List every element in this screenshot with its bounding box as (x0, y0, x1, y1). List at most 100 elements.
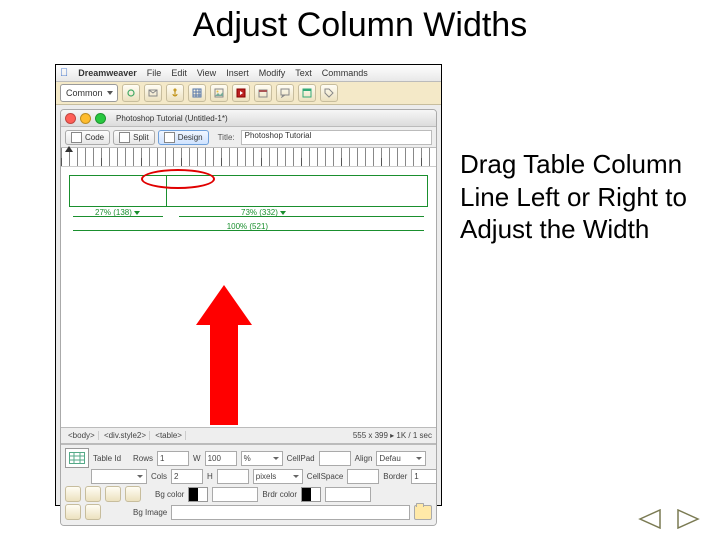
comment-icon[interactable] (276, 84, 294, 102)
align-label: Align (355, 454, 373, 463)
template-icon[interactable] (298, 84, 316, 102)
apple-menu-icon[interactable]:  (60, 67, 68, 79)
col2-width-indicator[interactable]: 73% (332) (241, 208, 286, 217)
status-metrics: 555 x 399 ▸ 1K / 1 sec (353, 431, 432, 440)
ruler-marker[interactable] (65, 146, 73, 152)
prev-slide-button[interactable] (636, 508, 664, 530)
annotation-circle (141, 169, 215, 189)
design-canvas[interactable]: 27% (138) 73% (332) 100% (521) (61, 167, 436, 427)
doc-title-label: Title: (218, 133, 235, 142)
bgcolor-input[interactable] (212, 487, 258, 502)
tab-design[interactable]: Design (158, 130, 209, 145)
tag-table[interactable]: <table> (152, 431, 186, 440)
properties-panel: Table Id Rows 1 W 100 % CellPad Align De… (61, 444, 436, 525)
layout-icon-2[interactable] (85, 504, 101, 520)
tab-design-label: Design (178, 133, 203, 142)
hyperlink-icon[interactable] (122, 84, 140, 102)
menu-insert[interactable]: Insert (226, 68, 249, 78)
tag-icon[interactable] (320, 84, 338, 102)
download-size: 1K / 1 sec (396, 431, 432, 440)
w-label: W (193, 454, 201, 463)
tag-div[interactable]: <div.style2> (101, 431, 150, 440)
insert-category-label: Common (66, 88, 103, 98)
slide-nav (636, 508, 702, 530)
border-input[interactable]: 1 (411, 469, 437, 484)
document-title: Photoshop Tutorial (Untitled-1*) (116, 114, 228, 123)
brdrcolor-picker[interactable] (301, 487, 321, 502)
w-input[interactable]: 100 (205, 451, 237, 466)
table-id-select[interactable] (91, 469, 147, 484)
align-select[interactable]: Defau (376, 451, 426, 466)
next-slide-button[interactable] (674, 508, 702, 530)
document-window: Photoshop Tutorial (Untitled-1*) Code Sp… (60, 109, 437, 526)
h-unit-select[interactable]: pixels (253, 469, 303, 484)
layout-icon-1[interactable] (65, 504, 81, 520)
tag-selector[interactable]: <body> <div.style2> <table> (65, 431, 186, 440)
media-icon[interactable] (232, 84, 250, 102)
cellspace-input[interactable] (347, 469, 379, 484)
email-icon[interactable] (144, 84, 162, 102)
cols-input[interactable]: 2 (171, 469, 203, 484)
clear-heights-icon[interactable] (65, 486, 81, 502)
menu-text[interactable]: Text (295, 68, 312, 78)
w-unit-select[interactable]: % (241, 451, 283, 466)
rows-label: Rows (133, 454, 153, 463)
menu-file[interactable]: File (147, 68, 162, 78)
bgimage-label: Bg Image (133, 508, 167, 517)
h-label: H (207, 472, 213, 481)
design-icon (164, 132, 175, 143)
tab-split[interactable]: Split (113, 130, 155, 145)
status-bar: <body> <div.style2> <table> 555 x 399 ▸ … (61, 427, 436, 444)
cellpad-input[interactable] (319, 451, 351, 466)
cellspace-label: CellSpace (307, 472, 343, 481)
props-section-label: Table Id (93, 454, 121, 463)
table-icon (65, 448, 89, 468)
app-name[interactable]: Dreamweaver (78, 68, 137, 78)
close-icon[interactable] (65, 113, 76, 124)
cols-label: Cols (151, 472, 167, 481)
instruction-caption: Drag Table Column Line Left or Right to … (460, 148, 690, 246)
tab-split-label: Split (133, 133, 149, 142)
table-element[interactable] (69, 175, 428, 207)
clear-widths-icon[interactable] (85, 486, 101, 502)
menu-view[interactable]: View (197, 68, 216, 78)
table-width-indicator[interactable]: 100% (521) (61, 222, 436, 231)
convert-pct-icon[interactable] (125, 486, 141, 502)
brdrcolor-label: Brdr color (262, 490, 297, 499)
insert-toolbar: Common (56, 82, 441, 105)
menu-edit[interactable]: Edit (171, 68, 187, 78)
col1-width-indicator[interactable]: 27% (138) (95, 208, 140, 217)
bgcolor-picker[interactable] (188, 487, 208, 502)
convert-px-icon[interactable] (105, 486, 121, 502)
date-icon[interactable] (254, 84, 272, 102)
mac-menubar:  Dreamweaver File Edit View Insert Modi… (56, 65, 441, 82)
split-icon (119, 132, 130, 143)
table-icon[interactable] (188, 84, 206, 102)
browse-icon[interactable] (414, 505, 432, 520)
cellpad-label: CellPad (287, 454, 315, 463)
code-icon (71, 132, 82, 143)
border-label: Border (383, 472, 407, 481)
brdrcolor-input[interactable] (325, 487, 371, 502)
horizontal-ruler (61, 148, 436, 167)
tab-code[interactable]: Code (65, 130, 110, 145)
doc-title-input[interactable]: Photoshop Tutorial (241, 130, 432, 145)
minimize-icon[interactable] (80, 113, 91, 124)
h-input[interactable] (217, 469, 249, 484)
insert-category-select[interactable]: Common (60, 84, 118, 102)
view-tabs: Code Split Design Title: Photoshop Tutor… (61, 127, 436, 148)
rows-input[interactable]: 1 (157, 451, 189, 466)
bgimage-input[interactable] (171, 505, 410, 520)
menu-modify[interactable]: Modify (259, 68, 286, 78)
bgcolor-label: Bg color (155, 490, 184, 499)
zoom-icon[interactable] (95, 113, 106, 124)
tab-code-label: Code (85, 133, 104, 142)
dreamweaver-screenshot:  Dreamweaver File Edit View Insert Modi… (55, 64, 442, 506)
tag-body[interactable]: <body> (65, 431, 99, 440)
image-icon[interactable] (210, 84, 228, 102)
slide-title: Adjust Column Widths (0, 6, 720, 45)
window-dims[interactable]: 555 x 399 (353, 431, 388, 440)
document-titlebar: Photoshop Tutorial (Untitled-1*) (61, 110, 436, 127)
anchor-icon[interactable] (166, 84, 184, 102)
menu-commands[interactable]: Commands (322, 68, 368, 78)
